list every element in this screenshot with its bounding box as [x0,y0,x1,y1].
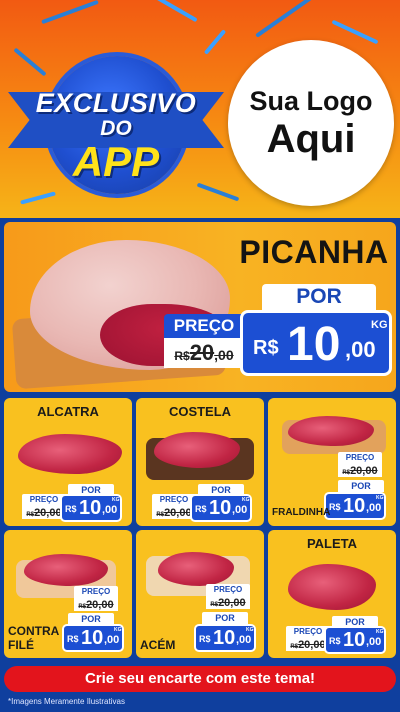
hero-currency: R$ [253,337,279,359]
confetti-ribbon [331,19,379,45]
product-card-contra-file[interactable]: PREÇO R$20,00 POR R$ 10,00 KG CONTRA FILÉ [4,530,132,658]
hero-unit: KG [371,319,388,331]
create-flyer-button[interactable]: Crie seu encarte com este tema! [4,666,396,692]
old-currency: R$ [210,602,219,608]
badge-line-1: EXCLUSIVO [35,88,197,118]
product-card-acem[interactable]: PREÇO R$20,00 POR R$ 10,00 KG ACÉM [136,530,264,658]
price-tag: R$ 10,00 KG [60,494,122,522]
badge-line-2: DO [100,117,132,140]
product-name-line-1: CONTRA [8,624,60,638]
product-card-alcatra[interactable]: ALCATRA PREÇO R$20,00 POR R$ 10,00 KG [4,398,132,526]
alcatra-image [18,434,122,474]
hero-price-int: 10 [287,318,341,371]
hero-por-label: POR [262,284,376,310]
confetti-ribbon [13,47,47,77]
price-int: 10 [81,627,104,649]
product-card-fraldinha[interactable]: PREÇO R$20,00 POR R$ 10,00 KG FRALDINHA [268,398,396,526]
price-tag: R$ 10,00 KG [324,626,386,654]
old-price: R$20,00 [338,463,382,477]
hero-offer-panel[interactable]: PICANHA POR PREÇO R$20,00 R$ 10 ,00 KG [4,222,396,392]
price-dec: ,00 [232,504,248,516]
price-int: 10 [343,629,366,651]
unit: KG [242,497,250,503]
unit: KG [246,627,254,633]
price-int: 10 [79,497,102,519]
hero-preco-label: PREÇO [164,314,244,338]
unit: KG [114,627,122,633]
old-currency: R$ [78,604,87,610]
logo-line-2: Aqui [266,117,356,161]
unit: KG [376,495,384,501]
unit: KG [376,629,384,635]
confetti-ribbon [41,0,99,25]
old-currency: R$ [342,470,351,476]
old-value: 20,00 [350,465,378,477]
por-label: POR [338,480,384,492]
contra-file-image [24,554,108,586]
old-currency: R$ [26,512,35,518]
logo-placeholder: Sua Logo Aqui [228,40,394,206]
logo-line-1: Sua Logo [249,86,373,116]
product-card-costela[interactable]: COSTELA PREÇO R$20,00 POR R$ 10,00 KG [136,398,264,526]
price-int: 10 [343,495,366,517]
confetti-ribbon [20,191,56,205]
badge-line-3: APP [72,138,160,185]
currency: R$ [199,634,211,644]
product-name: CONTRA FILÉ [8,624,59,652]
price-int: 10 [209,497,232,519]
price-tag: R$ 10,00 KG [194,624,256,652]
hero-price-dec: ,00 [345,337,376,362]
product-card-paleta[interactable]: PALETA PREÇO R$20,00 POR R$ 10,00 KG [268,530,396,658]
product-name: ACÉM [140,638,176,652]
old-value: 20,00 [34,507,62,519]
confetti-ribbon [255,0,315,38]
acem-image [158,552,234,586]
old-currency: R$ [156,512,165,518]
old-currency: R$ [290,644,299,650]
hero-old-decimals: ,00 [214,347,234,363]
currency: R$ [195,504,207,514]
confetti-ribbon [203,29,227,55]
por-label: POR [202,612,248,624]
exclusive-badge: EXCLUSIVO DO APP [8,88,224,184]
costela-image [154,432,240,468]
hero-old-price: R$20,00 [164,338,244,368]
old-value: 20,00 [218,597,246,609]
hero-product-name: PICANHA [239,234,389,270]
currency: R$ [329,502,341,512]
old-price: R$20,00 [74,597,118,611]
hero-old-currency: R$ [174,349,190,363]
hero-old-value: 20 [189,340,215,365]
price-tag: R$ 10,00 KG [62,624,124,652]
product-name: PALETA [306,536,358,551]
paleta-image [288,564,376,610]
old-value: 20,00 [164,507,192,519]
price-dec: ,00 [102,504,118,516]
old-price: R$20,00 [206,595,250,609]
price-int: 10 [213,627,236,649]
product-name: COSTELA [168,404,232,419]
product-name-line-2: FILÉ [8,638,34,652]
price-dec: ,00 [104,634,120,646]
unit: KG [112,497,120,503]
currency: R$ [67,634,79,644]
price-dec: ,00 [366,636,382,648]
hero-price-tag: R$ 10 ,00 KG [240,310,392,376]
confetti-ribbon [152,0,198,23]
price-dec: ,00 [366,502,382,514]
confetti-ribbon [196,182,240,202]
currency: R$ [329,636,341,646]
currency: R$ [65,504,77,514]
price-dec: ,00 [236,634,252,646]
product-name: FRALDINHA [272,507,331,518]
price-tag: R$ 10,00 KG [190,494,252,522]
price-tag: R$ 10,00 KG [324,492,386,520]
old-value: 20,00 [86,599,114,611]
product-name: ALCATRA [37,404,99,419]
header-banner: EXCLUSIVO DO APP Sua Logo Aqui [0,0,400,218]
disclaimer-text: *Imagens Meramente Ilustrativas [8,697,125,706]
old-value: 20,00 [298,639,326,651]
fraldinha-image [288,416,374,446]
